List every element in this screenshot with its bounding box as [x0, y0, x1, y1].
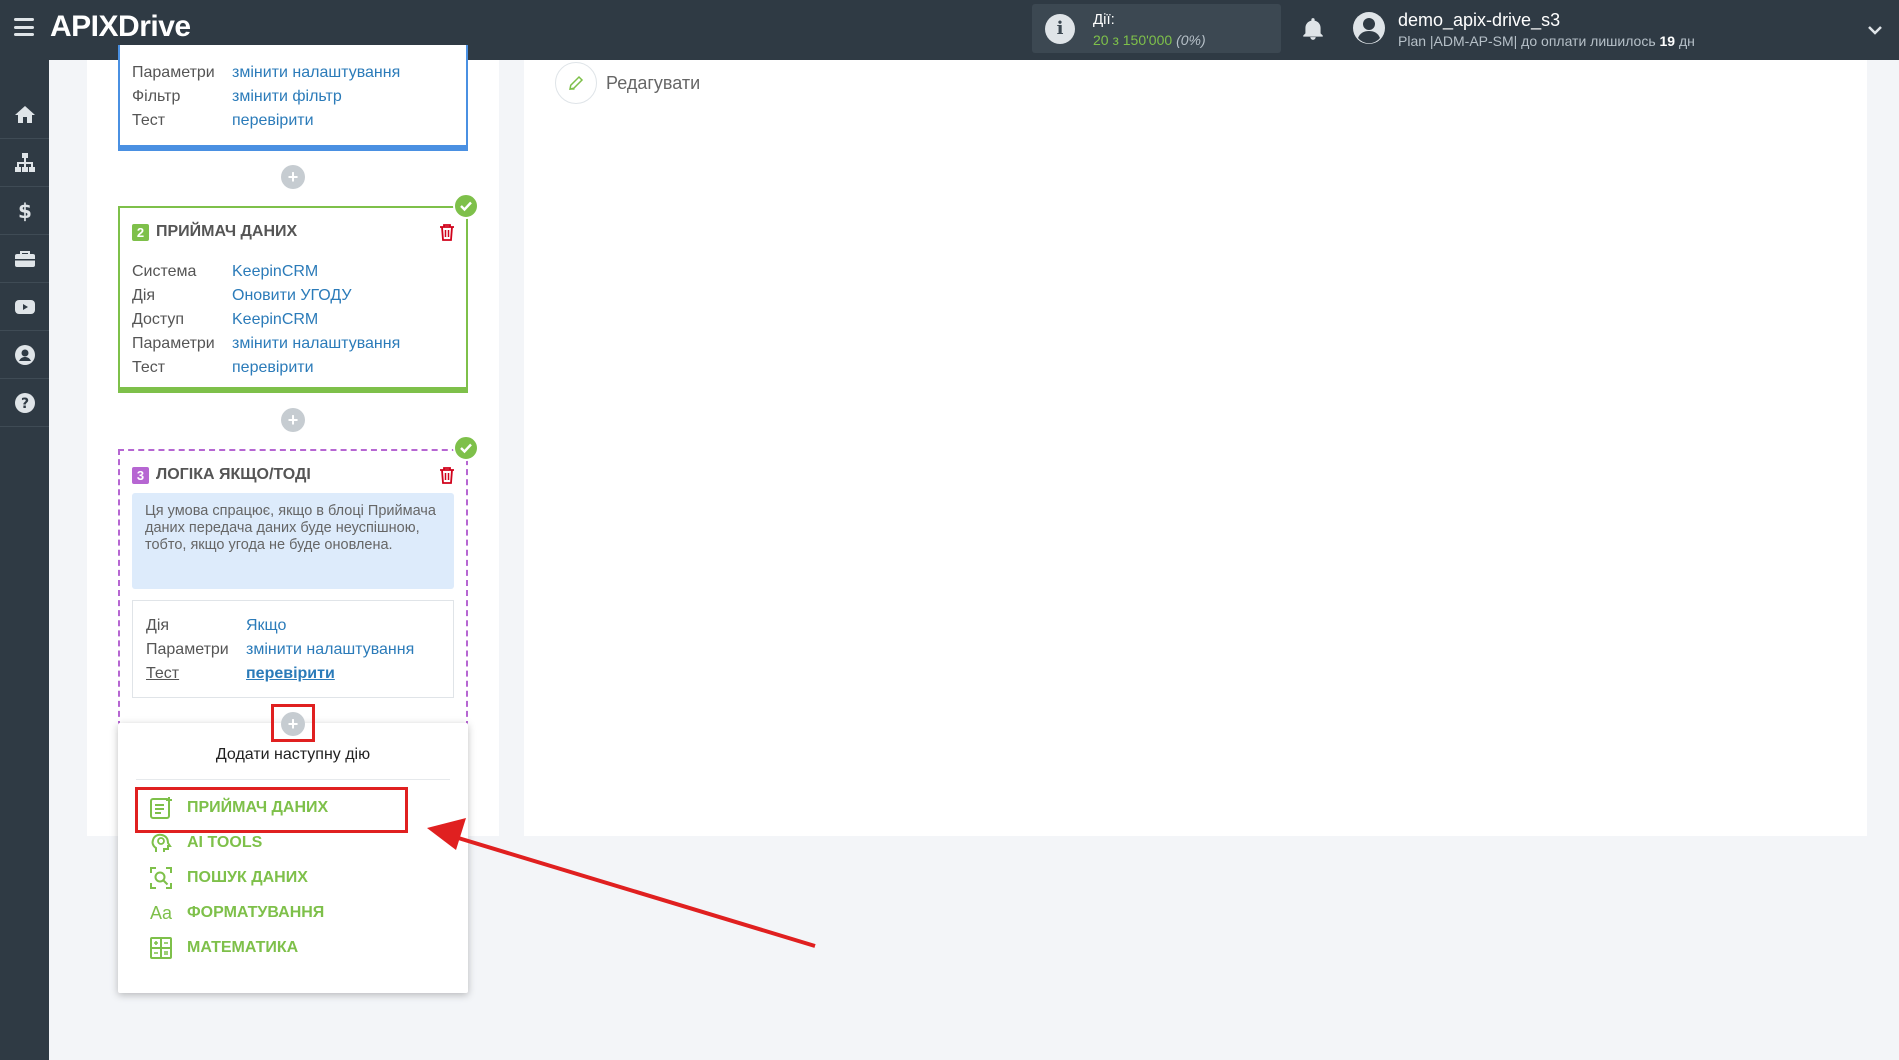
- bell-icon[interactable]: [1300, 16, 1326, 42]
- block3-test-link[interactable]: перевірити: [246, 665, 335, 683]
- actions-percent: (0%): [1176, 32, 1206, 48]
- block3-action-link[interactable]: Якщо: [246, 617, 286, 635]
- add-action-title: Додати наступну дію: [215, 746, 371, 763]
- block3-row-test: Тест перевірити: [146, 665, 335, 683]
- menu-item-formatting[interactable]: Aa ФОРМАТУВАННЯ: [148, 900, 324, 926]
- block-source: Параметри змінити налаштування Фільтр змін…: [118, 45, 468, 151]
- block2-number: 2: [132, 223, 149, 241]
- actions-value: 20 з 150'000 (0%): [1093, 32, 1206, 48]
- dollar-icon: $: [18, 199, 32, 223]
- block1-row-test: Тест перевірити: [132, 112, 314, 130]
- check-icon: [453, 193, 479, 219]
- block2-system-link[interactable]: KeepinCRM: [232, 263, 318, 281]
- add-step-button-2[interactable]: +: [281, 408, 305, 432]
- user-icon: [14, 345, 35, 365]
- block1-filter-link[interactable]: змінити фільтр: [232, 88, 342, 106]
- user-name[interactable]: demo_apix-drive_s3: [1398, 10, 1560, 31]
- sidebar-item-billing[interactable]: $: [0, 188, 49, 235]
- edit-button[interactable]: Редагувати: [555, 62, 700, 104]
- trash-icon[interactable]: [439, 223, 455, 241]
- block2-row-action: Дія Оновити УГОДУ: [132, 287, 352, 305]
- edit-label: Редагувати: [606, 72, 701, 93]
- actions-label: Дії:: [1093, 11, 1115, 28]
- block2-params-link[interactable]: змінити налаштування: [232, 335, 400, 353]
- svg-text:$: $: [18, 199, 32, 223]
- sidebar-item-help[interactable]: ?: [0, 380, 49, 427]
- sidebar-item-profile[interactable]: [0, 332, 49, 379]
- menu-item-ai-tools[interactable]: AI TOOLS: [148, 830, 262, 856]
- block3-row-params: Параметри змінити налаштування: [146, 641, 415, 659]
- block-receiver: 2 ПРИЙМАЧ ДАНИХ Система KeepinCRM Дія Онови…: [118, 206, 468, 393]
- block3-number: 3: [132, 466, 149, 484]
- trash-icon[interactable]: [439, 466, 455, 484]
- format-icon: Aa: [149, 902, 173, 923]
- divider: [136, 779, 450, 780]
- block2-test-link[interactable]: перевірити: [232, 359, 314, 377]
- block3-row-action: Дія Якщо: [146, 617, 287, 635]
- search-data-icon: [150, 867, 172, 889]
- add-step-button-1[interactable]: +: [281, 165, 305, 189]
- settings-panel: [524, 60, 1867, 836]
- svg-text:?: ?: [20, 396, 28, 412]
- sidebar: $ ?: [0, 60, 49, 1060]
- logic-note: Ця умова спрацює, якщо в блоці Приймача …: [132, 493, 454, 589]
- block2-row-system: Система KeepinCRM: [132, 263, 319, 281]
- question-icon: ?: [14, 393, 35, 413]
- apix-drive-logo[interactable]: APIXDrive: [50, 10, 191, 44]
- home-icon: [14, 106, 35, 123]
- ai-head-icon: [151, 833, 172, 852]
- sitemap-icon: [14, 153, 35, 172]
- add-action-menu: Додати наступну дію ПРИЙМАЧ ДАНИХ AI TOO…: [118, 723, 468, 993]
- logo-main: APIX: [50, 10, 119, 43]
- menu-toggle-icon[interactable]: [14, 18, 34, 36]
- chevron-down-icon[interactable]: [1865, 20, 1885, 40]
- highlight-add-button: [271, 704, 315, 742]
- block2-title: 2 ПРИЙМАЧ ДАНИХ: [132, 223, 297, 241]
- block1-row-params: Параметри змінити налаштування: [132, 64, 401, 82]
- briefcase-icon: [14, 251, 35, 267]
- sidebar-item-video[interactable]: [0, 284, 49, 331]
- block3-params-link[interactable]: змінити налаштування: [246, 641, 414, 659]
- sidebar-item-tools[interactable]: [0, 236, 49, 283]
- block2-row-params: Параметри змінити налаштування: [132, 335, 401, 353]
- block1-test-link[interactable]: перевірити: [232, 112, 314, 130]
- block2-row-access: Доступ KeepinCRM: [132, 311, 319, 329]
- menu-item-search-data[interactable]: ПОШУК ДАНИХ: [148, 865, 308, 891]
- block2-access-link[interactable]: KeepinCRM: [232, 311, 318, 329]
- block1-params-link[interactable]: змінити налаштування: [232, 64, 400, 82]
- user-plan: Plan |ADM-AP-SM| до оплати лишилось 19 д…: [1398, 33, 1695, 49]
- sidebar-item-structure[interactable]: [0, 140, 49, 187]
- logo-suffix: Drive: [118, 10, 191, 43]
- youtube-icon: [14, 300, 35, 314]
- check-icon: [453, 435, 479, 461]
- block1-row-filter: Фільтр змінити фільтр: [132, 88, 342, 106]
- highlight-receiver-item: [135, 787, 408, 833]
- pencil-icon: [569, 75, 584, 90]
- calculator-icon: [150, 937, 172, 959]
- logic-details: Дія Якщо Параметри змінити налаштування Те…: [132, 600, 454, 698]
- block3-title: 3 ЛОГІКА ЯКЩО/ТОДІ: [132, 466, 311, 484]
- actions-counter: i Дії: 20 з 150'000 (0%): [1032, 4, 1281, 53]
- sidebar-item-home[interactable]: [0, 92, 49, 139]
- block2-action-link[interactable]: Оновити УГОДУ: [232, 287, 352, 305]
- actions-count: 20 з 150'000: [1093, 32, 1173, 48]
- block-logic: 3 ЛОГІКА ЯКЩО/ТОДІ Ця умова спрацює, якщо…: [118, 449, 468, 727]
- info-icon: i: [1045, 14, 1075, 44]
- block2-row-test: Тест перевірити: [132, 359, 314, 377]
- menu-item-math[interactable]: МАТЕМАТИКА: [148, 935, 298, 961]
- pencil-icon-wrap: [555, 62, 597, 104]
- user-avatar-icon[interactable]: [1352, 11, 1386, 45]
